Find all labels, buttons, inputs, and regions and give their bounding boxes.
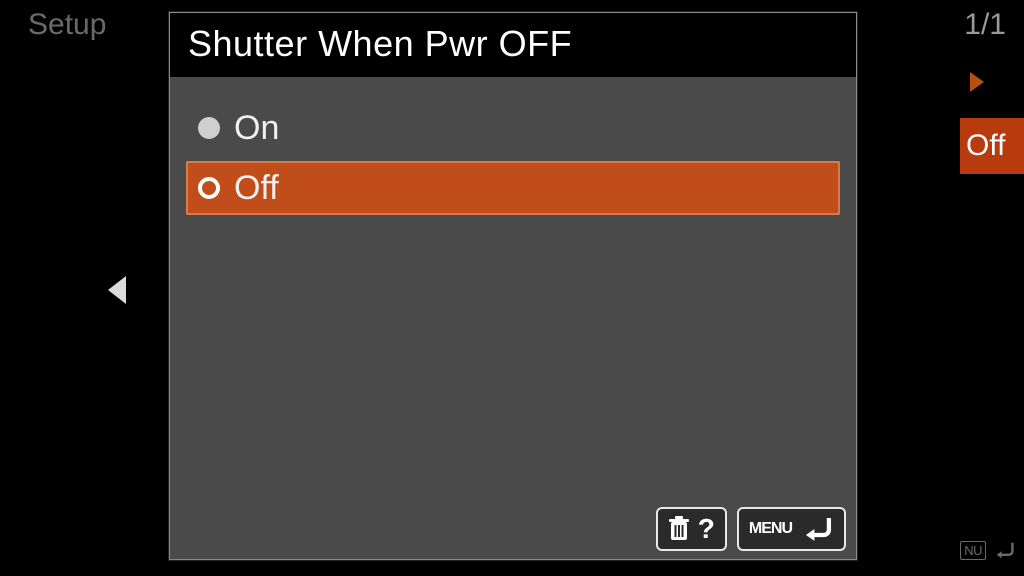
help-question-label: ? (698, 513, 715, 545)
option-label: On (234, 109, 279, 148)
radio-icon (198, 177, 220, 199)
option-on[interactable]: On (186, 101, 840, 155)
trash-icon (668, 516, 690, 542)
menu-value-chip: Off (960, 118, 1024, 174)
menu-label: MENU (749, 520, 792, 538)
option-label: Off (234, 169, 279, 208)
option-off[interactable]: Off (186, 161, 840, 215)
pager: 1/1 (964, 8, 1006, 42)
option-list: On Off (170, 77, 856, 215)
breadcrumb-setup: Setup (28, 8, 106, 42)
return-icon (992, 540, 1016, 560)
menu-return-button[interactable]: MENU (737, 507, 846, 551)
menu-fragment-label: NU (960, 541, 986, 560)
setting-dialog: Shutter When Pwr OFF On Off ? MENU (169, 12, 857, 560)
return-icon (800, 515, 834, 543)
dialog-title: Shutter When Pwr OFF (170, 13, 856, 77)
radio-icon (198, 117, 220, 139)
menu-return-hint-small: NU (960, 540, 1016, 560)
dialog-footer: ? MENU (656, 507, 846, 551)
arrow-right-icon (970, 72, 984, 92)
arrow-left-icon (108, 276, 126, 304)
delete-help-button[interactable]: ? (656, 507, 727, 551)
